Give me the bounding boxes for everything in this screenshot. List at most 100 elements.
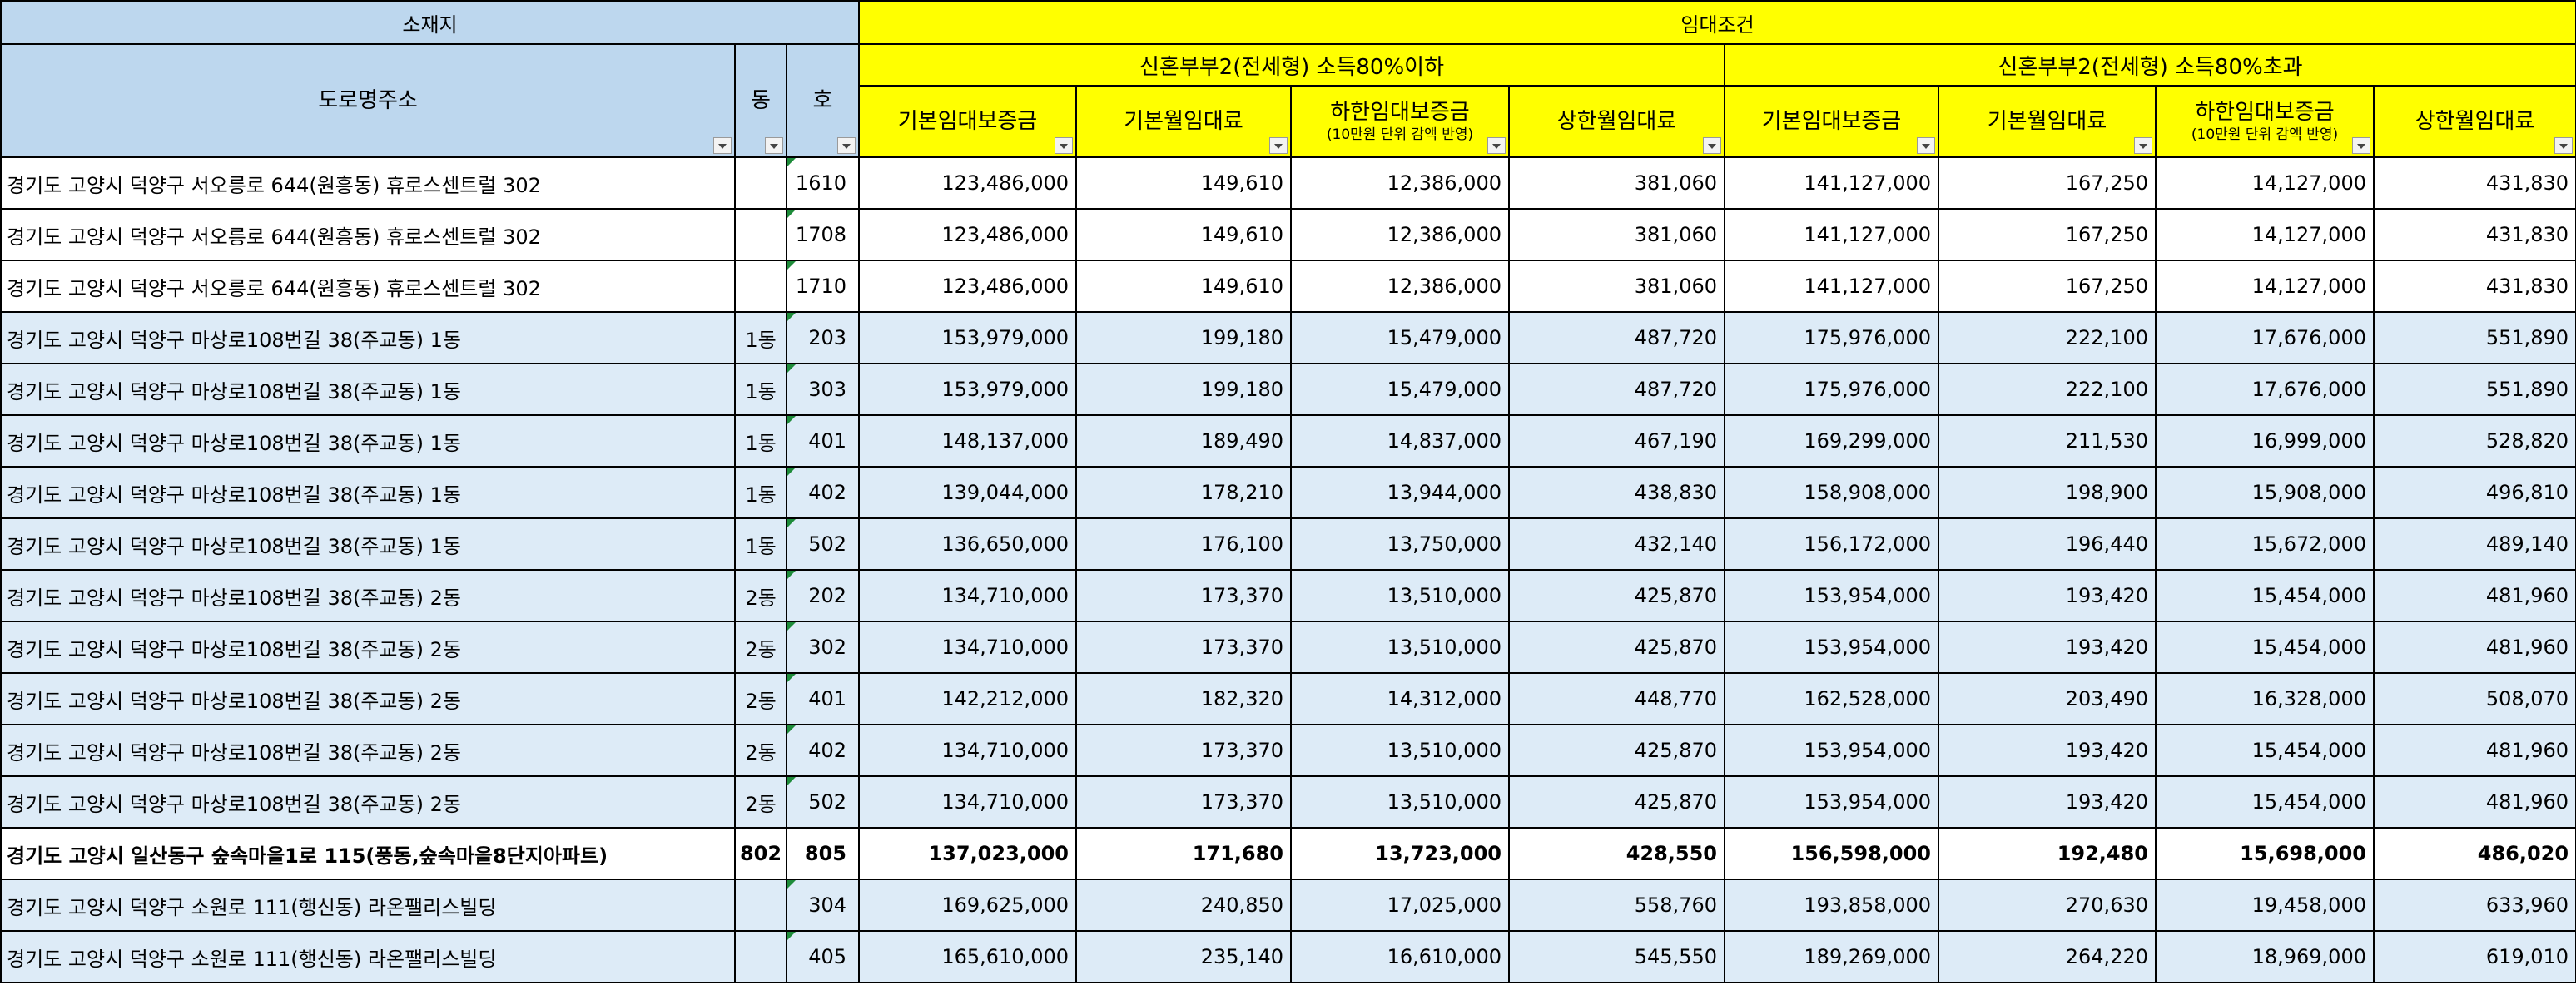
min-deposit-cell[interactable]: 15,672,000 [2155, 517, 2375, 571]
max-rent-cell[interactable]: 431,830 [2372, 208, 2576, 261]
max-rent-header[interactable]: 상한월임대료 [2372, 85, 2576, 158]
min-deposit-cell[interactable]: 17,676,000 [2155, 363, 2375, 416]
min-deposit-cell[interactable]: 15,454,000 [2155, 621, 2375, 674]
base-deposit-cell[interactable]: 153,979,000 [858, 311, 1077, 364]
max-rent-cell[interactable]: 431,830 [2372, 260, 2576, 313]
max-rent-cell[interactable]: 481,960 [2372, 569, 2576, 622]
dong-cell[interactable] [734, 156, 787, 210]
base-deposit-cell[interactable]: 137,023,000 [858, 827, 1077, 880]
address-cell[interactable]: 경기도 고양시 덕양구 서오릉로 644(원흥동) 휴로스센트럴 302 [0, 260, 736, 313]
min-deposit-cell[interactable]: 13,750,000 [1290, 517, 1510, 571]
address-cell[interactable]: 경기도 고양시 덕양구 마상로108번길 38(주교동) 2동 [0, 724, 736, 777]
ho-cell[interactable]: 1710 [786, 260, 860, 313]
base-deposit-cell[interactable]: 153,954,000 [1724, 569, 1939, 622]
base-deposit-cell[interactable]: 153,954,000 [1724, 775, 1939, 829]
filter-dropdown-icon[interactable] [1917, 137, 1935, 154]
base-rent-cell[interactable]: 203,490 [1938, 672, 2157, 725]
ho-cell[interactable]: 1610 [786, 156, 860, 210]
min-deposit-cell[interactable]: 15,698,000 [2155, 827, 2375, 880]
base-deposit-cell[interactable]: 141,127,000 [1724, 260, 1939, 313]
base-deposit-cell[interactable]: 134,710,000 [858, 775, 1077, 829]
max-rent-cell[interactable]: 489,140 [2372, 517, 2576, 571]
min-deposit-cell[interactable]: 14,312,000 [1290, 672, 1510, 725]
max-rent-cell[interactable]: 467,190 [1508, 414, 1725, 468]
min-deposit-cell[interactable]: 15,454,000 [2155, 569, 2375, 622]
address-cell[interactable]: 경기도 고양시 덕양구 소원로 111(행신동) 라온팰리스빌딩 [0, 879, 736, 932]
base-deposit-cell[interactable]: 156,172,000 [1724, 517, 1939, 571]
base-rent-header[interactable]: 기본월임대료 [1938, 85, 2157, 158]
ho-cell[interactable]: 401 [786, 672, 860, 725]
base-rent-cell[interactable]: 193,420 [1938, 724, 2157, 777]
base-rent-cell[interactable]: 196,440 [1938, 517, 2157, 571]
base-rent-cell[interactable]: 149,610 [1075, 156, 1292, 210]
min-deposit-cell[interactable]: 17,025,000 [1290, 879, 1510, 932]
dong-cell[interactable]: 2동 [734, 724, 787, 777]
min-deposit-cell[interactable]: 15,479,000 [1290, 363, 1510, 416]
filter-dropdown-icon[interactable] [1055, 137, 1073, 154]
max-rent-cell[interactable]: 481,960 [2372, 724, 2576, 777]
max-rent-cell[interactable]: 432,140 [1508, 517, 1725, 571]
ho-cell[interactable]: 405 [786, 930, 860, 983]
base-deposit-header[interactable]: 기본임대보증금 [858, 85, 1077, 158]
base-deposit-cell[interactable]: 148,137,000 [858, 414, 1077, 468]
dong-cell[interactable]: 2동 [734, 775, 787, 829]
base-rent-cell[interactable]: 173,370 [1075, 569, 1292, 622]
min-deposit-cell[interactable]: 16,328,000 [2155, 672, 2375, 725]
base-deposit-cell[interactable]: 136,650,000 [858, 517, 1077, 571]
base-deposit-cell[interactable]: 169,625,000 [858, 879, 1077, 932]
address-cell[interactable]: 경기도 고양시 덕양구 마상로108번길 38(주교동) 1동 [0, 311, 736, 364]
filter-dropdown-icon[interactable] [837, 137, 856, 154]
base-deposit-cell[interactable]: 153,979,000 [858, 363, 1077, 416]
base-rent-cell[interactable]: 198,900 [1938, 466, 2157, 519]
min-deposit-cell[interactable]: 15,454,000 [2155, 775, 2375, 829]
base-rent-cell[interactable]: 270,630 [1938, 879, 2157, 932]
base-rent-cell[interactable]: 182,320 [1075, 672, 1292, 725]
base-rent-cell[interactable]: 167,250 [1938, 156, 2157, 210]
address-cell[interactable]: 경기도 고양시 덕양구 마상로108번길 38(주교동) 1동 [0, 363, 736, 416]
ho-cell[interactable]: 304 [786, 879, 860, 932]
max-rent-cell[interactable]: 551,890 [2372, 311, 2576, 364]
base-rent-cell[interactable]: 240,850 [1075, 879, 1292, 932]
base-rent-cell[interactable]: 167,250 [1938, 260, 2157, 313]
ho-header[interactable]: 호 [786, 43, 860, 158]
min-deposit-header[interactable]: 하한임대보증금 (10만원 단위 감액 반영) [1290, 85, 1510, 158]
base-rent-cell[interactable]: 235,140 [1075, 930, 1292, 983]
address-cell[interactable]: 경기도 고양시 덕양구 마상로108번길 38(주교동) 1동 [0, 466, 736, 519]
dong-cell[interactable]: 1동 [734, 517, 787, 571]
base-deposit-cell[interactable]: 134,710,000 [858, 569, 1077, 622]
dong-cell[interactable]: 1동 [734, 414, 787, 468]
base-rent-cell[interactable]: 149,610 [1075, 260, 1292, 313]
max-rent-cell[interactable]: 487,720 [1508, 311, 1725, 364]
filter-dropdown-icon[interactable] [1703, 137, 1721, 154]
address-cell[interactable]: 경기도 고양시 일산동구 숲속마을1로 115(풍동,숲속마을8단지아파트) [0, 827, 736, 880]
max-rent-cell[interactable]: 558,760 [1508, 879, 1725, 932]
max-rent-cell[interactable]: 425,870 [1508, 621, 1725, 674]
min-deposit-cell[interactable]: 12,386,000 [1290, 260, 1510, 313]
address-cell[interactable]: 경기도 고양시 덕양구 마상로108번길 38(주교동) 2동 [0, 672, 736, 725]
ho-cell[interactable]: 401 [786, 414, 860, 468]
base-rent-cell[interactable]: 192,480 [1938, 827, 2157, 880]
filter-dropdown-icon[interactable] [2134, 137, 2152, 154]
min-deposit-cell[interactable]: 13,510,000 [1290, 569, 1510, 622]
max-rent-cell[interactable]: 508,070 [2372, 672, 2576, 725]
base-rent-header[interactable]: 기본월임대료 [1075, 85, 1292, 158]
base-rent-cell[interactable]: 167,250 [1938, 208, 2157, 261]
filter-dropdown-icon[interactable] [713, 137, 732, 154]
ho-cell[interactable]: 805 [786, 827, 860, 880]
base-deposit-cell[interactable]: 134,710,000 [858, 621, 1077, 674]
dong-cell[interactable] [734, 879, 787, 932]
base-deposit-cell[interactable]: 165,610,000 [858, 930, 1077, 983]
max-rent-cell[interactable]: 425,870 [1508, 724, 1725, 777]
base-rent-cell[interactable]: 173,370 [1075, 621, 1292, 674]
base-deposit-cell[interactable]: 158,908,000 [1724, 466, 1939, 519]
ho-cell[interactable]: 203 [786, 311, 860, 364]
base-deposit-cell[interactable]: 123,486,000 [858, 208, 1077, 261]
max-rent-cell[interactable]: 428,550 [1508, 827, 1725, 880]
min-deposit-cell[interactable]: 13,944,000 [1290, 466, 1510, 519]
dong-cell[interactable]: 802 [734, 827, 787, 880]
max-rent-cell[interactable]: 545,550 [1508, 930, 1725, 983]
min-deposit-cell[interactable]: 15,479,000 [1290, 311, 1510, 364]
base-rent-cell[interactable]: 173,370 [1075, 775, 1292, 829]
base-deposit-cell[interactable]: 169,299,000 [1724, 414, 1939, 468]
base-deposit-cell[interactable]: 142,212,000 [858, 672, 1077, 725]
